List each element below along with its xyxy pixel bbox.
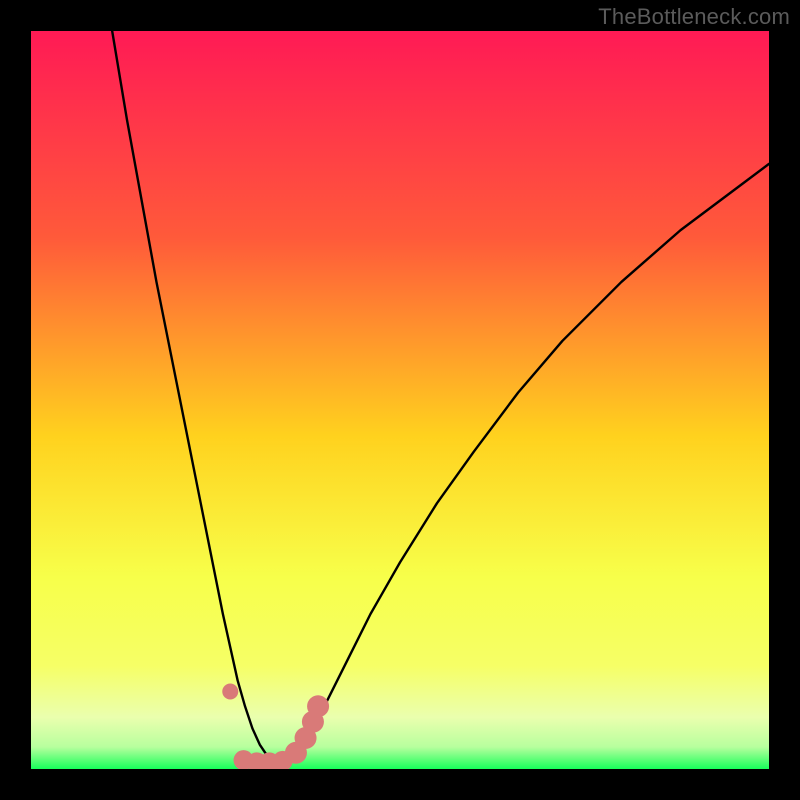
trough-marker (307, 695, 329, 717)
trough-marker-group (222, 684, 329, 769)
outer-frame: TheBottleneck.com (0, 0, 800, 800)
plot-area (31, 31, 769, 769)
curve-layer (31, 31, 769, 769)
trough-marker (222, 684, 238, 700)
bottleneck-curve (112, 31, 769, 762)
watermark-text: TheBottleneck.com (598, 4, 790, 30)
